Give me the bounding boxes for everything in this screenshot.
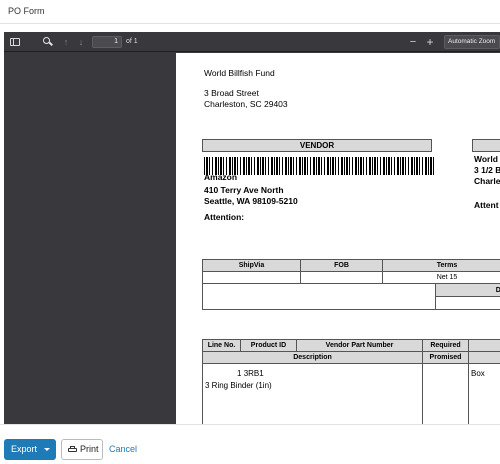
vendor-attention: Attention: (204, 212, 245, 222)
printer-icon (68, 446, 77, 453)
next-page-icon[interactable]: ↓ (75, 36, 87, 48)
vendor-address-line1: 410 Terry Ave North (204, 185, 284, 195)
terms-blank-cell (202, 283, 436, 310)
print-label: Print (80, 444, 99, 454)
terms-value: Net 15 (382, 271, 500, 284)
pdf-viewer[interactable]: ↑ ↓ 1 of 1 − + Automatic Zoom World Bill… (4, 32, 500, 424)
description-header: Description (202, 351, 423, 364)
line-required-cell (422, 363, 469, 424)
ship-to-name: World (474, 154, 498, 164)
ship-to-address-line1: 3 1/2 B (474, 165, 500, 175)
shipvia-value (202, 271, 301, 284)
vendor-barcode (204, 157, 436, 175)
page-number-input[interactable]: 1 (92, 36, 122, 48)
line-product-id: 3RB1 (243, 369, 264, 378)
caret-down-icon (44, 448, 50, 451)
previous-page-icon[interactable]: ↑ (60, 36, 72, 48)
terms-header: Terms (382, 259, 500, 272)
line-no-header: Line No. (202, 339, 241, 352)
search-icon[interactable] (42, 36, 54, 48)
sidebar-toggle-icon[interactable] (10, 38, 20, 46)
fob-header: FOB (300, 259, 383, 272)
terms-table: ShipVia FOB Terms Net 15 Dep (202, 259, 500, 310)
vendor-name: Amazon (204, 172, 238, 182)
fob-value (300, 271, 383, 284)
extra-header-2 (468, 351, 500, 364)
export-label: Export (11, 444, 38, 454)
line-item-row: 1 3RB1 3 Ring Binder (1in) (202, 363, 423, 424)
vendor-address-line2: Seattle, WA 98109-5210 (204, 196, 298, 206)
line-description: 3 Ring Binder (1in) (205, 381, 272, 390)
product-id-header: Product ID (240, 339, 297, 352)
line-unit: Box (468, 363, 500, 424)
zoom-out-button[interactable]: − (408, 36, 418, 48)
ship-to-box-header (472, 139, 500, 152)
line-number: 1 (237, 369, 242, 378)
line-items-table: Line No. Product ID Vendor Part Number R… (202, 339, 500, 424)
print-button[interactable]: Print (61, 439, 103, 460)
required-header: Required (422, 339, 469, 352)
buyer-name: World Billfish Fund (204, 68, 275, 78)
ship-to-address-line2: Charle (474, 176, 500, 186)
pdf-page: World Billfish Fund 3 Broad Street Charl… (176, 53, 500, 424)
zoom-in-button[interactable]: + (424, 36, 436, 48)
footer-actions: Export Print Cancel (0, 424, 500, 464)
page-count: of 1 (126, 38, 138, 45)
department-header: Dep (435, 283, 500, 297)
pdf-toolbar: ↑ ↓ 1 of 1 − + Automatic Zoom (4, 32, 500, 52)
promised-header: Promised (422, 351, 469, 364)
title-bar: PO Form (0, 0, 500, 24)
shipvia-header: ShipVia (202, 259, 301, 272)
vendor-part-header: Vendor Part Number (296, 339, 423, 352)
buyer-address-line1: 3 Broad Street (204, 88, 259, 98)
cancel-link[interactable]: Cancel (109, 439, 137, 460)
extra-header (468, 339, 500, 352)
zoom-select[interactable]: Automatic Zoom (444, 35, 500, 49)
ship-to-attention: Attent (474, 200, 499, 210)
department-value (435, 296, 500, 310)
buyer-address-line2: Charleston, SC 29403 (204, 99, 288, 109)
page-title: PO Form (8, 6, 45, 16)
vendor-box-header: VENDOR (202, 139, 432, 152)
export-button[interactable]: Export (4, 439, 56, 460)
